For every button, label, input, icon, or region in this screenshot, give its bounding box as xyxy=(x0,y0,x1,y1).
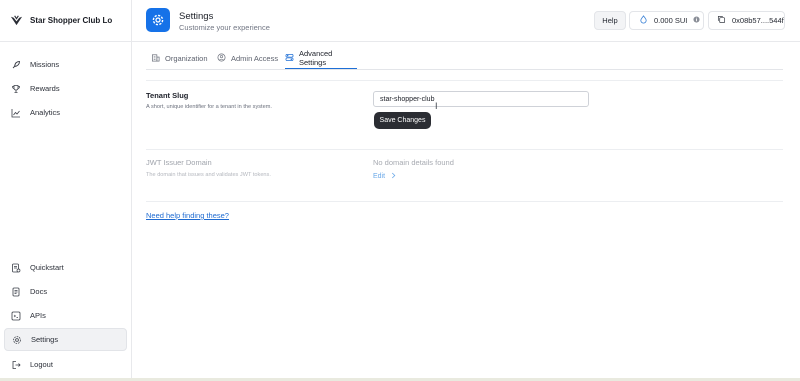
text-cursor-icon: I xyxy=(435,101,438,111)
sidebar-item-docs[interactable]: Docs xyxy=(4,280,127,303)
wallet-address: 0x08b57....544f xyxy=(732,16,784,25)
tab-label: Organization xyxy=(165,54,208,63)
sidebar: Star Shopper Club Lo Missions Rewards An… xyxy=(0,0,132,381)
sidebar-item-apis[interactable]: APIs xyxy=(4,304,127,327)
building-icon xyxy=(151,53,160,64)
user-circle-icon xyxy=(217,53,226,64)
brand-name: Star Shopper Club Lo xyxy=(30,16,113,25)
trophy-icon xyxy=(11,84,21,94)
jwt-issuer-description: The domain that issues and validates JWT… xyxy=(146,172,271,178)
rocket-icon xyxy=(11,60,21,70)
sidebar-item-rewards[interactable]: Rewards xyxy=(4,77,127,100)
edit-label: Edit xyxy=(373,173,386,180)
tab-advanced-settings[interactable]: Advanced Settings xyxy=(285,48,357,69)
save-changes-button[interactable]: Save Changes xyxy=(374,112,431,129)
sidebar-item-label: Logout xyxy=(30,360,53,369)
api-icon xyxy=(11,311,21,321)
sui-drop-icon xyxy=(639,15,648,26)
tab-label: Advanced Settings xyxy=(299,49,333,67)
sidebar-item-label: Settings xyxy=(31,335,59,344)
wallet-address-button[interactable]: 0x08b57....544f xyxy=(708,11,785,30)
page-header: Settings Customize your experience Help … xyxy=(132,0,800,42)
sidebar-item-missions[interactable]: Missions xyxy=(4,53,127,76)
sidebar-item-label: Quickstart xyxy=(30,263,64,272)
jwt-issuer-label: JWT Issuer Domain xyxy=(146,158,212,167)
jwt-edit-link[interactable]: Edit xyxy=(373,172,396,181)
tab-label: Admin Access xyxy=(231,54,279,63)
sidebar-item-analytics[interactable]: Analytics xyxy=(4,101,127,124)
page-subtitle: Customize your experience xyxy=(179,23,270,32)
brand[interactable]: Star Shopper Club Lo xyxy=(0,0,132,42)
gear-icon xyxy=(12,335,22,345)
jwt-issuer-value: No domain details found xyxy=(373,158,454,167)
copy-icon xyxy=(717,15,726,26)
tab-organization[interactable]: Organization xyxy=(151,48,208,69)
section-divider xyxy=(146,80,783,81)
sidebar-item-settings[interactable]: Settings xyxy=(4,328,127,351)
balance-value: 0.000 SUI xyxy=(654,16,688,25)
docs-icon xyxy=(11,287,21,297)
tab-admin-access[interactable]: Admin Access xyxy=(217,48,278,69)
chart-line-icon xyxy=(11,108,21,118)
star-logo-icon xyxy=(10,14,23,27)
sliders-icon xyxy=(285,53,294,64)
section-divider xyxy=(146,201,783,202)
sidebar-item-quickstart[interactable]: Quickstart xyxy=(4,256,127,279)
tenant-slug-label: Tenant Slug xyxy=(146,91,189,100)
tenant-slug-description: A short, unique identifier for a tenant … xyxy=(146,104,272,110)
chevron-right-icon xyxy=(391,172,396,181)
tenant-slug-input[interactable]: star-shopper-club xyxy=(373,91,589,107)
sidebar-item-label: Docs xyxy=(30,287,48,296)
info-icon xyxy=(693,16,700,25)
sidebar-item-label: Analytics xyxy=(30,108,61,117)
help-finding-link[interactable]: Need help finding these? xyxy=(146,211,229,220)
settings-gear-icon xyxy=(146,8,170,32)
logout-icon xyxy=(11,360,21,370)
quickstart-doc-icon xyxy=(11,263,21,273)
settings-tabs: Organization Admin Access Advanced Setti… xyxy=(146,48,783,70)
sidebar-item-logout[interactable]: Logout xyxy=(4,353,127,376)
sidebar-item-label: Rewards xyxy=(30,84,60,93)
section-divider xyxy=(146,149,783,150)
sidebar-item-label: APIs xyxy=(30,311,46,320)
page-title: Settings xyxy=(179,11,214,22)
sidebar-item-label: Missions xyxy=(30,60,60,69)
balance-button[interactable]: 0.000 SUI xyxy=(629,11,704,30)
help-button[interactable]: Help xyxy=(594,11,626,30)
